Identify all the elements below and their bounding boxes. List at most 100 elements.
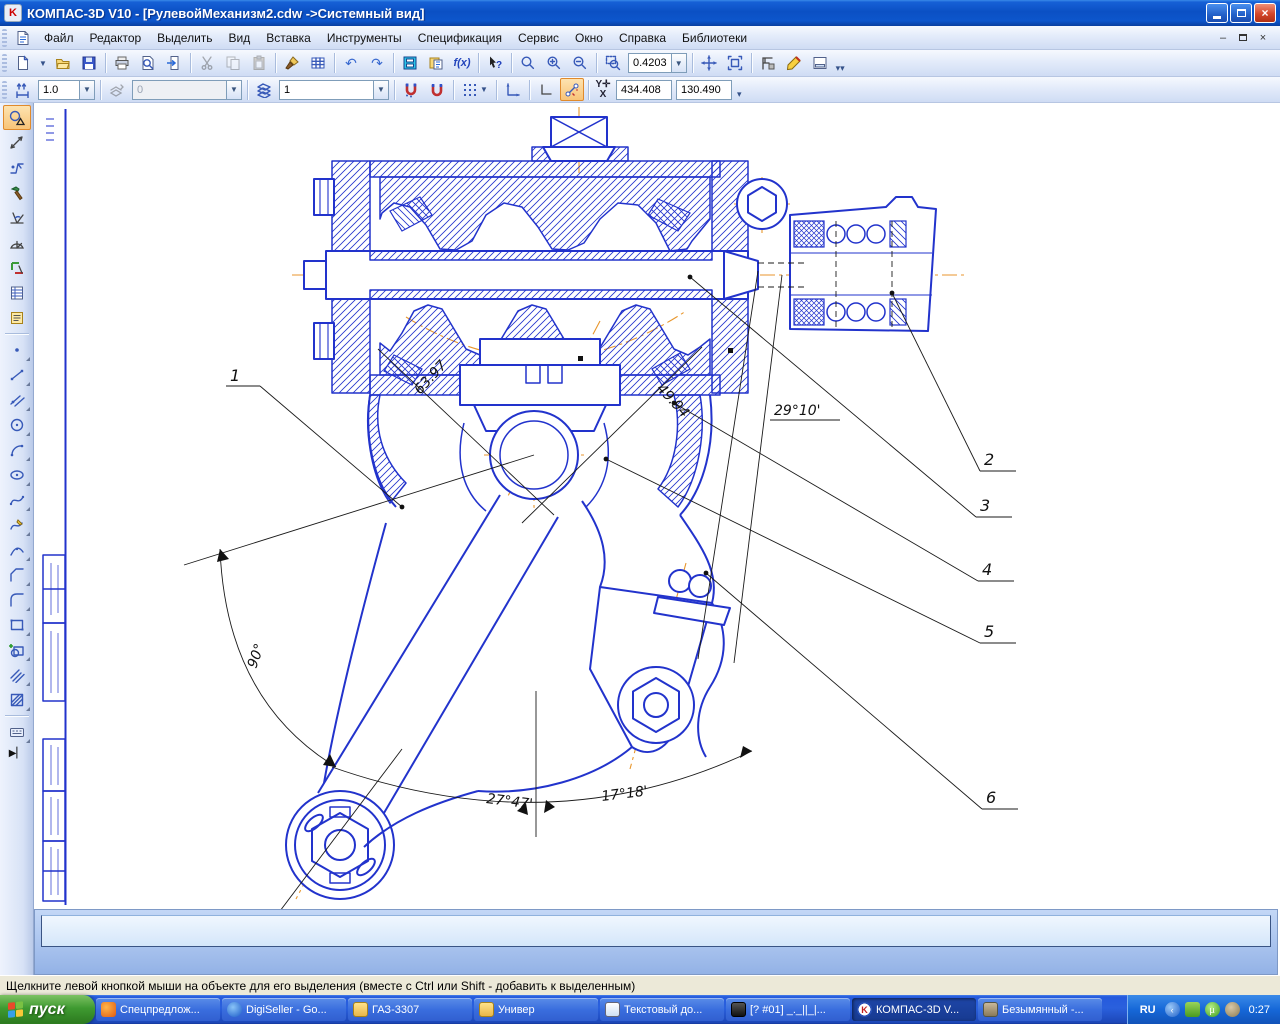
- current-step-button[interactable]: [11, 78, 35, 101]
- menu-service[interactable]: Сервис: [510, 28, 567, 48]
- import-button[interactable]: [162, 52, 186, 75]
- toolbar-overflow-chevron[interactable]: ▾▾: [836, 63, 845, 76]
- undo-button[interactable]: ↶: [339, 52, 363, 75]
- fit-to-window-button[interactable]: [723, 52, 747, 75]
- task-firefox[interactable]: Спецпредлож...: [96, 998, 220, 1021]
- zoom-out-button[interactable]: [568, 52, 592, 75]
- panel-geometry-button[interactable]: [3, 105, 31, 130]
- statebar-grip[interactable]: [2, 81, 7, 99]
- new-document-button[interactable]: [11, 52, 35, 75]
- pan-button[interactable]: [697, 52, 721, 75]
- start-button[interactable]: пуск: [0, 995, 95, 1024]
- format-painter-button[interactable]: [280, 52, 304, 75]
- rebuild-button[interactable]: [756, 52, 780, 75]
- callout-3[interactable]: 3: [980, 496, 990, 515]
- tool-text-button[interactable]: [3, 719, 31, 744]
- callout-1[interactable]: 1: [230, 366, 240, 385]
- zoom-in-button[interactable]: [542, 52, 566, 75]
- page-layout-button[interactable]: [808, 52, 832, 75]
- panel-parametrization-button[interactable]: [3, 205, 31, 230]
- redo-button[interactable]: ↷: [365, 52, 389, 75]
- step-combo[interactable]: 1.0 ▼: [38, 80, 95, 100]
- menu-editor[interactable]: Редактор: [82, 28, 150, 48]
- property-input[interactable]: [41, 915, 1271, 947]
- local-snap-button[interactable]: [425, 78, 449, 101]
- tool-chamfer-button[interactable]: [3, 562, 31, 587]
- spline-sleeve[interactable]: [758, 197, 936, 331]
- tool-point-button[interactable]: [3, 337, 31, 362]
- grid-button[interactable]: ▼: [458, 78, 492, 101]
- tool-circle-button[interactable]: [3, 412, 31, 437]
- tool-line-button[interactable]: [3, 362, 31, 387]
- drawing-svg[interactable]: 1 90° 27°47' 17°18' 29°10': [34, 103, 1280, 909]
- filler-plug[interactable]: [543, 117, 615, 161]
- menu-tools[interactable]: Инструменты: [319, 28, 410, 48]
- tool-spline-button[interactable]: [3, 487, 31, 512]
- drawing-canvas[interactable]: 1 90° 27°47' 17°18' 29°10': [34, 103, 1280, 975]
- callout-2[interactable]: 2: [984, 450, 994, 469]
- task-text-document[interactable]: Текстовый до...: [600, 998, 724, 1021]
- layer-group-button[interactable]: [105, 78, 129, 101]
- menu-help[interactable]: Справка: [611, 28, 674, 48]
- tool-collect-contour-button[interactable]: [3, 637, 31, 662]
- coord-y-field[interactable]: 434.408: [616, 80, 672, 100]
- utorrent-icon[interactable]: µ: [1205, 1002, 1220, 1017]
- print-button[interactable]: [110, 52, 134, 75]
- callout-6[interactable]: 6: [986, 788, 996, 807]
- panel-reports-button[interactable]: [3, 305, 31, 330]
- hide-icons-chevron[interactable]: ‹: [1165, 1002, 1180, 1017]
- grid-dropdown[interactable]: ▼: [480, 85, 488, 94]
- panel-editing-button[interactable]: [3, 180, 31, 205]
- tool-ellipse-button[interactable]: [3, 462, 31, 487]
- panel-designations-button[interactable]: [3, 155, 31, 180]
- dim-angle-right[interactable]: 17°18': [601, 783, 649, 805]
- mdi-minimize-button[interactable]: –: [1216, 31, 1230, 45]
- toolbar-grip[interactable]: [2, 54, 7, 72]
- callout-4[interactable]: 4: [982, 560, 992, 579]
- help-cursor-button[interactable]: ?: [483, 52, 507, 75]
- document-icon[interactable]: [11, 26, 35, 49]
- window-manager-button[interactable]: [398, 52, 422, 75]
- task-untitled[interactable]: Безымянный -...: [978, 998, 1102, 1021]
- local-cs-button[interactable]: [501, 78, 525, 101]
- tool-bezier-button[interactable]: [3, 537, 31, 562]
- cut-button[interactable]: [195, 52, 219, 75]
- tray-messenger-icon[interactable]: [1225, 1002, 1240, 1017]
- restore-button[interactable]: [1230, 3, 1252, 23]
- paste-button[interactable]: [247, 52, 271, 75]
- zoom-area-button[interactable]: [601, 52, 625, 75]
- menu-select[interactable]: Выделить: [149, 28, 220, 48]
- mdi-restore-button[interactable]: [1236, 31, 1250, 45]
- variables-button[interactable]: f(x): [450, 52, 474, 75]
- statebar-overflow-chevron[interactable]: ▾: [737, 89, 742, 102]
- panel-specification-button[interactable]: [3, 280, 31, 305]
- new-document-dropdown[interactable]: ▼: [37, 52, 49, 75]
- task-dark-app[interactable]: [? #01] _._||_|...: [726, 998, 850, 1021]
- panel-dimensions-button[interactable]: [3, 130, 31, 155]
- layers-button[interactable]: [252, 78, 276, 101]
- coords-button[interactable]: Y✛X: [593, 78, 613, 101]
- layer-group-combo[interactable]: 0 ▼: [132, 80, 242, 100]
- menu-view[interactable]: Вид: [221, 28, 259, 48]
- task-folder-gaz3307[interactable]: ГАЗ-3307: [348, 998, 472, 1021]
- zoom-combo-arrow[interactable]: ▼: [671, 54, 686, 72]
- tool-fillet-button[interactable]: [3, 587, 31, 612]
- tool-arc-button[interactable]: [3, 437, 31, 462]
- kompas-app-icon[interactable]: K: [4, 4, 22, 22]
- mdi-close-button[interactable]: ×: [1256, 31, 1270, 45]
- zoom-select-button[interactable]: [516, 52, 540, 75]
- snap-setup-button[interactable]: [399, 78, 423, 101]
- menu-specification[interactable]: Спецификация: [410, 28, 510, 48]
- copy-button[interactable]: [221, 52, 245, 75]
- tool-parallel-line-button[interactable]: [3, 387, 31, 412]
- print-preview-button[interactable]: [136, 52, 160, 75]
- tool-rectangle-button[interactable]: [3, 612, 31, 637]
- close-button[interactable]: ×: [1254, 3, 1276, 23]
- menu-file[interactable]: Файл: [36, 28, 82, 48]
- dim-angle-left[interactable]: 27°47': [486, 791, 534, 813]
- callout-5[interactable]: 5: [984, 622, 994, 641]
- library-manager-button[interactable]: [424, 52, 448, 75]
- dim-angle-shaft[interactable]: 29°10': [774, 403, 820, 419]
- adjuster-hex-nut[interactable]: [737, 179, 787, 229]
- coord-x-field[interactable]: 130.490: [676, 80, 732, 100]
